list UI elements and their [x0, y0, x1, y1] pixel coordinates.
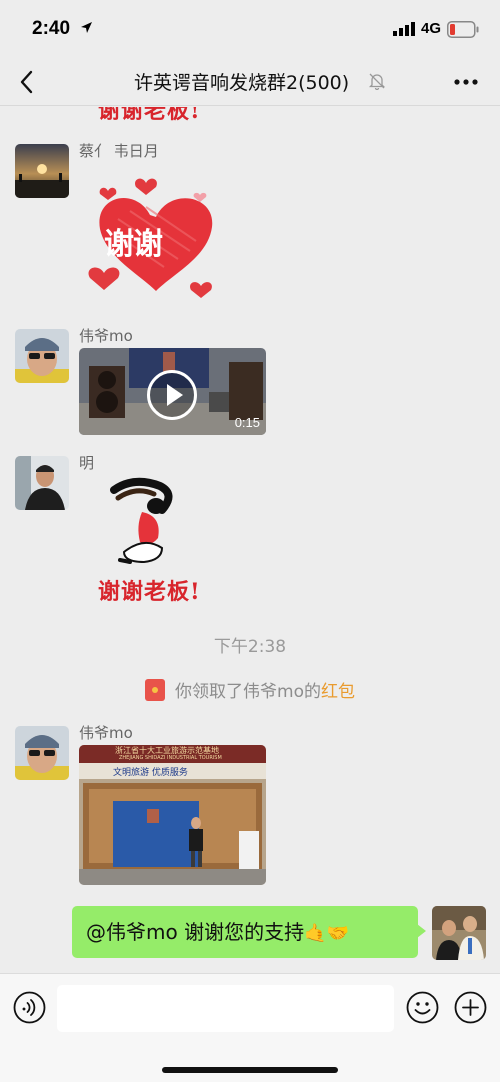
location-arrow-icon [81, 22, 92, 33]
kneeling-sticker[interactable]: 谢谢老板! [84, 476, 224, 605]
sunset-avatar-image [15, 144, 69, 198]
avatar[interactable] [15, 144, 69, 198]
play-icon[interactable] [147, 370, 197, 420]
system-message-text: 你领取了伟爷mo的 [175, 682, 321, 702]
my-avatar[interactable] [432, 906, 486, 960]
battery-icon [447, 21, 479, 38]
sender-name: 蔡亻 韦日月 [79, 142, 159, 160]
network-type: 4G [421, 20, 442, 37]
signal-icon [393, 22, 415, 36]
sender-name: 明 [79, 454, 95, 472]
system-message: 你领取了伟爷mo的红包 [0, 677, 500, 702]
message-input[interactable] [57, 985, 394, 1032]
home-indicator [162, 1067, 338, 1073]
status-bar: 2:40 4G [0, 0, 500, 58]
man-avatar-image [15, 456, 69, 510]
bell-off-icon [368, 73, 386, 90]
input-bar [0, 973, 500, 1082]
chat-title: 许英谔音响发烧群2(500) [134, 72, 350, 94]
sticker-caption: 谢谢 [104, 227, 163, 262]
photo-banner-en-text: ZHEJIANG SHIDAZI INDUSTRIAL TOURISM [119, 755, 222, 761]
sender-name: 伟爷mo [79, 724, 133, 742]
message-text: @伟爷mo 谢谢您的支持 [86, 920, 305, 944]
more-dots-icon[interactable] [452, 70, 480, 94]
kneeling-figure-image [110, 477, 173, 564]
sticker-caption: 谢谢老板! [98, 579, 201, 605]
red-packet-icon [145, 679, 166, 701]
sticker-caption-partial: 谢谢老板! [98, 107, 201, 124]
two-men-avatar-image [432, 906, 486, 960]
voice-icon[interactable] [13, 991, 46, 1024]
heart-sticker[interactable]: 谢谢 [84, 167, 224, 302]
back-icon[interactable] [14, 68, 42, 96]
red-packet-link[interactable]: 红包 [321, 682, 355, 702]
image-message[interactable]: 浙江省十大工业旅游示范基地 ZHEJIANG SHIDAZI INDUSTRIA… [79, 745, 266, 885]
time-divider: 下午2:38 [213, 637, 287, 657]
avatar[interactable] [15, 329, 69, 383]
status-time: 2:40 [32, 18, 71, 39]
outgoing-message-bubble[interactable]: @伟爷mo 谢谢您的支持🤙🤝 [72, 906, 426, 958]
video-message[interactable]: 0:15 [79, 348, 266, 435]
chat-header: 许英谔音响发烧群2(500) [0, 58, 500, 106]
avatar[interactable] [15, 456, 69, 510]
avatar[interactable] [15, 726, 69, 780]
video-duration: 0:15 [234, 415, 260, 430]
emoji-icon[interactable] [406, 991, 439, 1024]
man-sunglasses-avatar-image [15, 726, 69, 780]
message-list[interactable]: 谢谢老板! 蔡亻 韦日月 谢谢 伟爷mo 0:15 明 谢谢老板! 下午2:38… [0, 107, 500, 973]
photo-sign-text: 文明旅游 优质服务 [113, 768, 188, 778]
sender-name: 伟爷mo [79, 327, 133, 345]
plus-icon[interactable] [454, 991, 487, 1024]
message-emoji: 🤙🤝 [304, 923, 349, 944]
man-sunglasses-avatar-image [15, 329, 69, 383]
